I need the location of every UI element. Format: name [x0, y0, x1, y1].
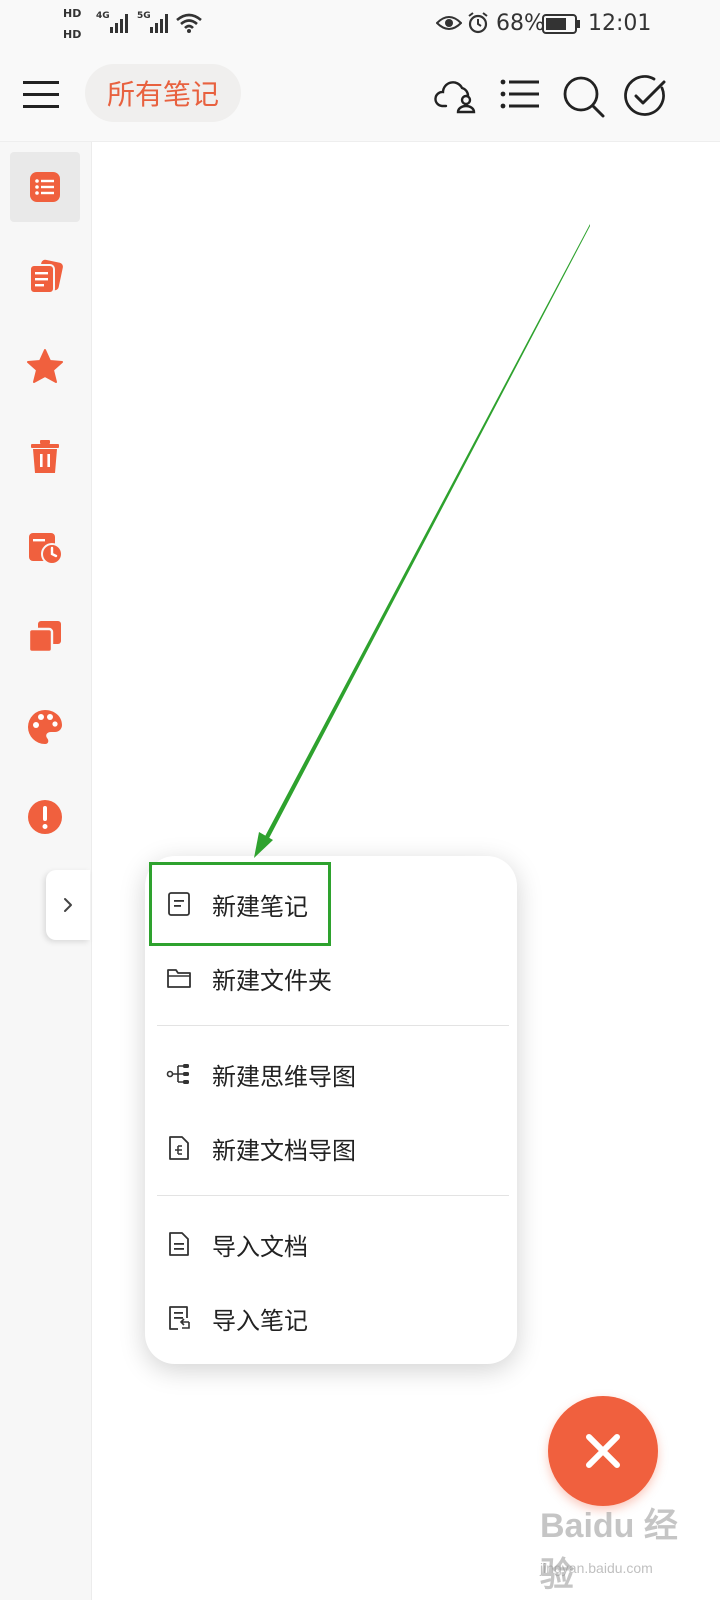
sidebar-expand-tab[interactable] [46, 870, 90, 940]
wifi-icon [176, 13, 202, 33]
copy-icon [27, 621, 61, 654]
sidebar-item-all-notes[interactable] [10, 152, 80, 222]
notebook-icon [29, 259, 63, 294]
battery-percent: 68% [496, 11, 545, 36]
trash-icon [31, 440, 59, 473]
exclamation-icon [28, 800, 62, 834]
hamburger-menu-icon[interactable] [22, 76, 60, 114]
doc-map-icon [169, 1136, 189, 1160]
sidebar-item-notebooks[interactable] [10, 242, 80, 312]
page-title: 所有笔记 [106, 78, 219, 111]
signal-icon [110, 14, 128, 33]
menu-item-label: 导入笔记 [212, 1306, 308, 1335]
palette-icon [27, 710, 62, 744]
list-icon [30, 172, 60, 202]
annotation-highlight-box [149, 862, 331, 946]
import-note-icon [169, 1306, 190, 1330]
menu-item-label: 新建文件夹 [212, 966, 332, 995]
menu-item-label: 新建文档导图 [212, 1136, 356, 1165]
hd-voice-indicator-1: HD [63, 7, 82, 20]
folder-selector[interactable]: 所有笔记 [85, 64, 241, 122]
menu-divider [157, 1195, 509, 1196]
menu-item-import-document[interactable]: 导入文档 [145, 1208, 517, 1280]
menu-item-new-mindmap[interactable]: 新建思维导图 [145, 1038, 517, 1110]
eye-icon [436, 16, 462, 30]
menu-item-import-note[interactable]: 导入笔记 [145, 1282, 517, 1354]
multi-select-icon[interactable] [624, 74, 668, 118]
close-fab-button[interactable] [548, 1396, 658, 1506]
search-icon[interactable] [561, 74, 605, 118]
signal-icon-2 [150, 14, 168, 33]
chevron-right-icon [64, 898, 72, 912]
sidebar-item-templates[interactable] [10, 602, 80, 672]
watermark-url: jingyan.baidu.com [540, 1560, 653, 1576]
star-icon [27, 349, 63, 383]
sidebar-item-feedback[interactable] [10, 782, 80, 852]
cloud-account-icon[interactable] [434, 74, 478, 118]
top-app-bar: 所有笔记 [0, 48, 720, 142]
battery-icon [542, 14, 580, 34]
mindmap-icon [166, 1064, 189, 1084]
menu-item-new-folder[interactable]: 新建文件夹 [145, 942, 517, 1014]
menu-item-label: 导入文档 [212, 1232, 308, 1261]
import-doc-icon [169, 1232, 189, 1256]
menu-item-label: 新建思维导图 [212, 1062, 356, 1091]
alarm-icon [468, 12, 488, 34]
menu-divider [157, 1025, 509, 1026]
status-bar: HD HD 4G 5G 68% 12:01 [0, 0, 720, 48]
sidebar-item-trash[interactable] [10, 422, 80, 492]
network-4g-label: 4G [96, 11, 110, 21]
clock: 12:01 [588, 11, 652, 36]
watermark-logo-text: Baidu 经验 [540, 1507, 678, 1594]
calendar-clock-icon [29, 533, 63, 565]
baidu-watermark: Baidu 经验 jingyan.baidu.com [540, 1498, 700, 1594]
sidebar-item-reminders[interactable] [10, 512, 80, 582]
sidebar-item-starred[interactable] [10, 332, 80, 402]
list-view-icon[interactable] [499, 74, 543, 118]
hd-voice-indicator-2: HD [63, 28, 82, 41]
menu-item-new-doc-map[interactable]: 新建文档导图 [145, 1112, 517, 1184]
folder-icon [167, 969, 191, 988]
close-icon [586, 1434, 620, 1468]
sidebar-item-theme[interactable] [10, 692, 80, 762]
network-5g-label: 5G [137, 11, 151, 21]
